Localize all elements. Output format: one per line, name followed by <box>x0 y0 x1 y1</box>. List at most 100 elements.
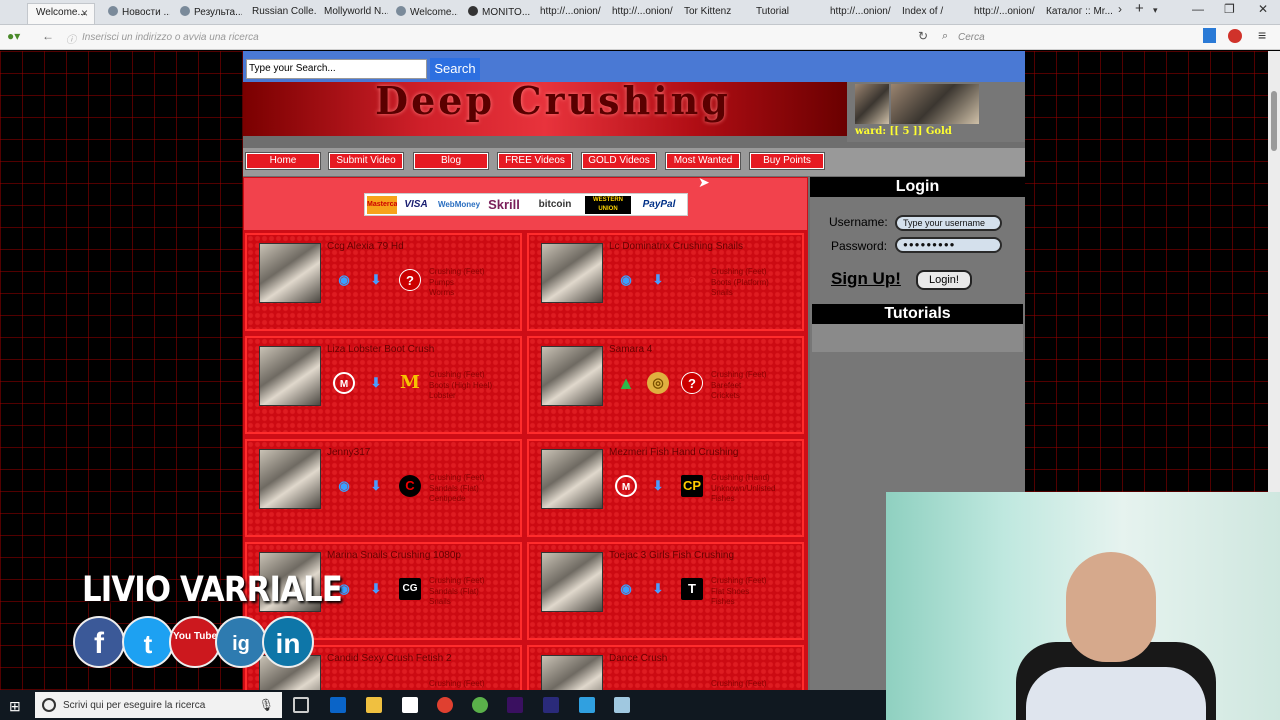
video-title[interactable]: Toejac 3 Girls Fish Crushing <box>609 550 734 561</box>
menu-icon[interactable]: ≡ <box>1258 27 1266 43</box>
stream-icon[interactable]: ◉ <box>615 578 637 600</box>
media-encoder-icon[interactable] <box>543 697 559 713</box>
new-tab-button[interactable]: + <box>1135 0 1144 17</box>
mega-icon[interactable]: M <box>333 372 355 394</box>
microphone-icon[interactable]: 🎙 <box>259 698 274 712</box>
menu-most-wanted[interactable]: Most Wanted <box>665 152 741 170</box>
chrome-icon[interactable] <box>437 697 453 713</box>
stream-icon[interactable]: ◉ <box>333 475 355 497</box>
tab-scroll-right-icon[interactable]: › <box>1118 2 1122 16</box>
menu-submit-video[interactable]: Submit Video <box>328 152 404 170</box>
noscript-icon[interactable] <box>1228 29 1242 43</box>
video-thumbnail[interactable] <box>259 243 321 303</box>
task-view-icon[interactable] <box>293 697 309 713</box>
video-card[interactable]: Mezmeri Fish Hand Crushing M ⬇ CP Crushi… <box>527 439 804 537</box>
extension-icon[interactable] <box>1203 28 1216 43</box>
award-thumbnail[interactable] <box>855 84 889 124</box>
video-title[interactable]: Lc Dominatrix Crushing Snails <box>609 241 743 252</box>
video-title[interactable]: Mezmeri Fish Hand Crushing <box>609 447 739 458</box>
tab-welcome-2[interactable]: Welcome... <box>388 3 458 24</box>
video-card[interactable]: Liza Lobster Boot Crush M ⬇ M Crushing (… <box>245 336 522 434</box>
cp-logo-icon[interactable]: CP <box>681 475 703 497</box>
outlook-icon[interactable] <box>330 697 346 713</box>
tab-onion-1[interactable]: http://...onion/ <box>532 3 602 24</box>
download-icon[interactable]: ⬇ <box>647 475 669 497</box>
video-card[interactable]: Dance Crush Crushing (Feet) <box>527 645 804 690</box>
file-explorer-icon[interactable] <box>366 697 382 713</box>
browser-search-box[interactable]: ⌕ Cerca <box>938 28 1198 47</box>
google-drive-icon[interactable]: ▲ <box>615 372 637 394</box>
video-card[interactable]: Jenny317 ◉ ⬇ C Crushing (Feet) Sandals (… <box>245 439 522 537</box>
tab-onion-3[interactable]: http://...onion/ <box>822 3 894 24</box>
video-title[interactable]: Jenny317 <box>327 447 370 458</box>
menu-buy-points[interactable]: Buy Points <box>749 152 825 170</box>
tab-welcome[interactable]: Welcome... × <box>27 3 95 24</box>
window-close-icon[interactable]: ✕ <box>1258 2 1268 16</box>
menu-gold-videos[interactable]: GOLD Videos <box>581 152 657 170</box>
video-thumbnail[interactable] <box>541 449 603 509</box>
video-title[interactable]: Liza Lobster Boot Crush <box>327 344 434 355</box>
pinned-app-icon[interactable] <box>614 697 630 713</box>
video-thumbnail[interactable] <box>541 243 603 303</box>
windows-app-icon[interactable] <box>579 697 595 713</box>
download-icon[interactable]: ⬇ <box>647 269 669 291</box>
login-button[interactable]: Login! <box>916 270 972 290</box>
tab-novosti[interactable]: Новости ... <box>100 3 170 24</box>
tab-onion-4[interactable]: http://...onion/ <box>966 3 1038 24</box>
document-icon[interactable] <box>402 697 418 713</box>
m-logo-icon[interactable]: M <box>399 372 421 394</box>
tab-katalog[interactable]: Каталог :: Mr... <box>1038 3 1114 24</box>
back-icon[interactable]: ← <box>42 29 54 43</box>
video-thumbnail[interactable] <box>259 449 321 509</box>
download-icon[interactable]: ⬇ <box>365 269 387 291</box>
question-icon[interactable]: ? <box>681 372 703 394</box>
stream-icon[interactable]: ◉ <box>333 269 355 291</box>
scrollbar-thumb[interactable] <box>1271 91 1277 151</box>
download-icon[interactable]: ⬇ <box>365 578 387 600</box>
t-logo-icon[interactable]: T <box>681 578 703 600</box>
tab-results[interactable]: Результа... <box>172 3 242 24</box>
video-card[interactable]: Ccg Alexia 79 Hd ◉ ⬇ ? Crushing (Feet) P… <box>245 233 522 331</box>
tab-mollyworld[interactable]: Mollyworld N... <box>316 3 388 24</box>
video-card[interactable]: Toejac 3 Girls Fish Crushing ◉ ⬇ T Crush… <box>527 542 804 640</box>
video-thumbnail[interactable] <box>541 552 603 612</box>
video-thumbnail[interactable] <box>259 346 321 406</box>
signup-link[interactable]: Sign Up! <box>831 269 901 289</box>
video-title[interactable]: Dance Crush <box>609 653 667 664</box>
premiere-icon[interactable] <box>507 697 523 713</box>
video-title[interactable]: Ccg Alexia 79 Hd <box>327 241 404 252</box>
site-search-button[interactable]: Search <box>430 58 480 80</box>
download-icon[interactable]: ⬇ <box>365 475 387 497</box>
close-icon[interactable]: × <box>81 6 88 20</box>
download-icon[interactable]: ⬇ <box>647 578 669 600</box>
video-card[interactable]: Lc Dominatrix Crushing Snails ◉ ⬇ ◌ Crus… <box>527 233 804 331</box>
windows-start-icon[interactable]: ⊞ <box>9 698 21 715</box>
tab-onion-2[interactable]: http://...onion/ <box>604 3 674 24</box>
menu-free-videos[interactable]: FREE Videos <box>497 152 573 170</box>
stream-icon[interactable]: ◉ <box>615 269 637 291</box>
username-input[interactable]: Type your username <box>895 215 1002 231</box>
video-title[interactable]: Candid Sexy Crush Fetish 2 <box>327 653 452 664</box>
menu-blog[interactable]: Blog <box>413 152 489 170</box>
minimize-icon[interactable]: — <box>1192 2 1204 16</box>
c-logo-icon[interactable]: C <box>399 475 421 497</box>
taskbar-search[interactable]: Scrivi qui per eseguire la ricerca 🎙 <box>35 692 282 718</box>
site-banner[interactable]: Deep Crushing <box>243 82 847 136</box>
video-thumbnail[interactable] <box>541 346 603 406</box>
video-thumbnail[interactable] <box>541 655 603 690</box>
url-bar[interactable]: ⓘ Inserisci un indirizzo o avvia una ric… <box>60 28 930 47</box>
tab-tutorial[interactable]: Tutorial <box>748 3 820 24</box>
tab-list-icon[interactable]: ▾ <box>1153 5 1158 16</box>
tab-tor-kittenz[interactable]: Tor Kittenz <box>676 3 746 24</box>
mega-icon[interactable]: M <box>615 475 637 497</box>
reload-icon[interactable]: ↻ <box>918 29 928 43</box>
coins-icon[interactable]: ◎ <box>647 372 669 394</box>
menu-home[interactable]: Home <box>245 152 321 170</box>
maximize-icon[interactable]: ❐ <box>1224 2 1235 16</box>
tab-index-of[interactable]: Index of / <box>894 3 966 24</box>
question-icon[interactable]: ? <box>399 269 421 291</box>
password-input[interactable]: ●●●●●●●●● <box>895 237 1002 253</box>
tab-russian-colle[interactable]: Russian Colle... <box>244 3 316 24</box>
video-card[interactable]: Samara 4 ▲ ◎ ? Crushing (Feet) Barefeet … <box>527 336 804 434</box>
tab-monito[interactable]: MONITO... <box>460 3 530 24</box>
